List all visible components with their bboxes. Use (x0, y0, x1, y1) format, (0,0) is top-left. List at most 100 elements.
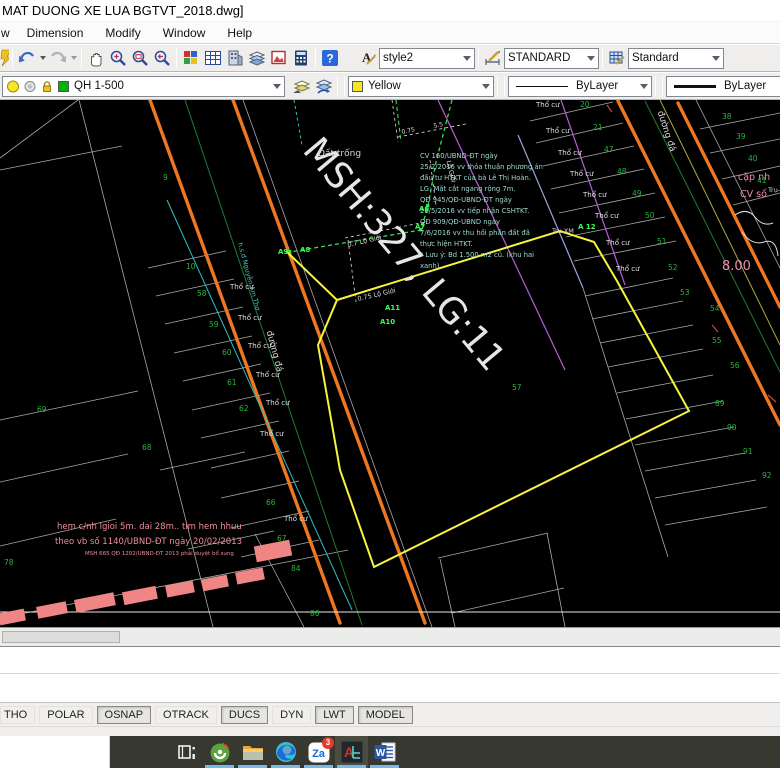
color-combo[interactable]: Yellow (348, 76, 494, 97)
layers-stack-icon[interactable] (246, 47, 268, 69)
canvas-label: Thổ cư (569, 169, 594, 178)
toolbar-separator (337, 76, 338, 96)
taskbar-search-box[interactable] (0, 736, 110, 768)
parcel-number: 52 (668, 263, 678, 272)
toggle-lwt[interactable]: LWT (315, 706, 353, 724)
canvas-label: * Lưu ý: Bd 1.500 m2 cũ. (khu hai (420, 251, 534, 259)
render-image-icon[interactable] (268, 47, 290, 69)
chevron-down-icon (712, 56, 720, 61)
menu-item-window[interactable]: Window (152, 26, 217, 40)
undo-dropdown[interactable] (38, 47, 47, 69)
parcel-number: 40 (748, 154, 758, 163)
zoom-window-icon[interactable] (129, 47, 151, 69)
help-icon[interactable]: ? (319, 47, 341, 69)
toggle-otrack[interactable]: OTRACK (155, 706, 217, 724)
dim-style-icon[interactable] (482, 47, 504, 69)
drawing-canvas[interactable]: MSH:327, LG:11Đất trốngCV 160/UBND-ĐT ng… (0, 100, 780, 627)
lineweight-value: ByLayer (724, 80, 780, 92)
canvas-label: Thổ cư (265, 398, 290, 407)
table-grid-icon[interactable] (202, 47, 224, 69)
canvas-label: Thổ cư (605, 238, 630, 247)
parcel-number: 50 (645, 211, 655, 220)
canvas-label: QĐ 945/QĐ-UBND-ĐT ngày (420, 196, 512, 204)
make-layer-current-button[interactable] (290, 75, 312, 97)
parcel-number: 10 (186, 262, 196, 271)
layer-combo[interactable]: QH 1-500 (2, 76, 285, 97)
toolbar-separator (497, 76, 498, 96)
layer-lock-icon (40, 79, 55, 94)
toggle-polar[interactable]: POLAR (39, 706, 92, 724)
toolbar-separator (655, 76, 656, 96)
chevron-down-icon (640, 84, 648, 89)
text-style-icon[interactable]: A (357, 47, 379, 69)
canvas-label: Đất trống (318, 148, 361, 159)
canvas-label: 26/5/2016 vv tiếp nhận CSHTKT. (420, 207, 529, 215)
parcel-number: 47 (604, 145, 614, 154)
canvas-label: CV số (740, 189, 767, 200)
coc-coc-browser-button[interactable] (203, 736, 236, 768)
sheetset-building-icon[interactable] (224, 47, 246, 69)
parcel-number: 49 (632, 189, 642, 198)
table-style-combo[interactable]: Standard (628, 48, 724, 69)
linetype-combo[interactable]: ByLayer (508, 76, 652, 97)
layer-color-swatch (58, 81, 69, 92)
toggle-ortho[interactable]: THO (0, 706, 35, 724)
toggle-model[interactable]: MODEL (358, 706, 413, 724)
pan-hand-icon[interactable] (85, 47, 107, 69)
menu-item-modify[interactable]: Modify (94, 26, 151, 40)
command-input-line[interactable] (0, 674, 780, 701)
edge-icon (274, 740, 298, 764)
menu-item-help[interactable]: Help (216, 26, 263, 40)
menu-bar: w Dimension Modify Window Help (0, 22, 780, 44)
canvas-label: theo vb số 1140/UBND-ĐT ngày 20/02/2013 (55, 536, 242, 547)
dim-style-combo[interactable]: STANDARD (504, 48, 599, 69)
lightning-icon[interactable] (0, 47, 9, 69)
windows-taskbar: Za 3 A W (0, 736, 780, 768)
canvas-label: 7/6/2016 vv thu hồi phần đất đã (420, 229, 530, 237)
redo-button[interactable] (47, 47, 69, 69)
zoom-realtime-icon[interactable] (107, 47, 129, 69)
menu-item-partial[interactable]: w (0, 26, 16, 40)
zalo-button[interactable]: Za 3 (302, 736, 335, 768)
zoom-previous-icon[interactable] (151, 47, 173, 69)
chevron-down-icon (587, 56, 595, 61)
canvas-label: LG: Mặt cắt ngang rộng 7m. (420, 184, 516, 193)
highlighted-parcel-outline (286, 231, 689, 567)
status-bar: THO POLAR OSNAP OTRACK DUCS DYN LWT MODE… (0, 702, 780, 726)
chevron-down-icon (463, 56, 471, 61)
canvas-label: 8.00 (722, 259, 751, 274)
table-style-icon[interactable] (606, 47, 628, 69)
canvas-label: Thổ cư (615, 264, 640, 273)
toggle-dyn[interactable]: DYN (272, 706, 311, 724)
text-style-combo[interactable]: style2 (379, 48, 475, 69)
file-explorer-button[interactable] (236, 736, 269, 768)
task-view-button[interactable] (170, 736, 203, 768)
edge-browser-button[interactable] (269, 736, 302, 768)
toggle-ducs[interactable]: DUCS (221, 706, 268, 724)
redo-dropdown[interactable] (69, 47, 78, 69)
undo-button[interactable] (16, 47, 38, 69)
layer-previous-button[interactable] (312, 75, 334, 97)
command-window[interactable] (0, 646, 780, 702)
autocad-icon: A (340, 740, 364, 764)
survey-point-label: A7 (415, 223, 425, 231)
survey-point-label: A9 (278, 248, 288, 256)
canvas-label: hem c/nh lgioi 5m. dai 28m.. tim hem hhu… (57, 522, 242, 532)
match-properties-icon[interactable] (180, 47, 202, 69)
parcel-number: 66 (266, 498, 276, 507)
horizontal-scrollbar[interactable] (0, 627, 780, 646)
survey-point-label: A 12 (578, 223, 596, 231)
canvas-label: 0.75 Lộ Giới (357, 286, 397, 303)
toggle-osnap[interactable]: OSNAP (97, 706, 152, 724)
red-markers (607, 105, 776, 402)
parcel-number: 68 (142, 443, 152, 452)
menu-item-dimension[interactable]: Dimension (16, 26, 95, 40)
toolbar-separator (602, 48, 603, 68)
word-button[interactable]: W (368, 736, 401, 768)
toolbar-separator (662, 76, 663, 96)
autocad-button[interactable]: A (335, 736, 368, 768)
parcel-number: 54 (710, 304, 720, 313)
calculator-icon[interactable] (290, 47, 312, 69)
lineweight-combo[interactable]: ByLayer (666, 76, 780, 97)
scrollbar-thumb[interactable] (2, 631, 120, 643)
